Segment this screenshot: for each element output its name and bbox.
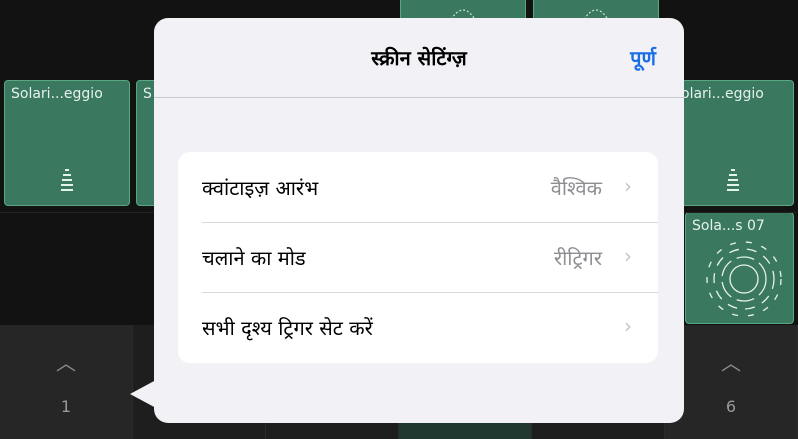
popover-header: स्क्रीन सेटिंग्ज़ पूर्ण (154, 18, 684, 98)
chevron-up-icon: ︿ (721, 351, 741, 375)
column-trigger-6[interactable]: ︿ 6 (665, 325, 798, 439)
play-mode-row[interactable]: चलाने का मोड रीट्रिगर › (178, 222, 658, 292)
grid-cell[interactable]: Solari...eggio (4, 80, 130, 206)
column-number: 6 (725, 397, 737, 416)
screen-settings-popover: स्क्रीन सेटिंग्ज़ पूर्ण क्वांटाइज़ आरंभ … (154, 18, 684, 423)
popover-title: स्क्रीन सेटिंग्ज़ (371, 46, 467, 70)
done-button[interactable]: पूर्ण (630, 44, 656, 71)
column-number: 1 (60, 397, 72, 416)
cell-label: S (143, 86, 152, 102)
row-label: चलाने का मोड (202, 246, 306, 270)
column-trigger-1[interactable]: ︿ 1 (0, 325, 133, 439)
quantize-start-row[interactable]: क्वांटाइज़ आरंभ वैश्विक › (178, 152, 658, 222)
settings-list: क्वांटाइज़ आरंभ वैश्विक › चलाने का मोड र… (178, 152, 658, 363)
spring-wave-icon (727, 169, 739, 191)
row-label: सभी दृश्य ट्रिगर सेट करें (202, 316, 373, 340)
cell-label: Sola...s 07 (692, 218, 765, 234)
chevron-right-icon: › (624, 174, 632, 198)
chevron-right-icon: › (624, 244, 632, 268)
row-value: वैश्विक (550, 176, 602, 200)
spring-wave-icon (61, 169, 73, 191)
popover-arrow (130, 380, 156, 408)
set-all-scene-triggers-row[interactable]: सभी दृश्य ट्रिगर सेट करें › (178, 292, 658, 362)
row-value: रीट्रिगर (553, 246, 602, 270)
chevron-right-icon: › (624, 314, 632, 338)
grid-cell[interactable]: olari...eggio (668, 80, 794, 206)
row-label: क्वांटाइज़ आरंभ (202, 176, 319, 200)
cell-label: olari...eggio (681, 86, 764, 102)
grid-cell[interactable]: Sola...s 07 (685, 212, 794, 324)
cell-label: Solari...eggio (11, 86, 103, 102)
chevron-up-icon: ︿ (56, 351, 76, 375)
circular-wave-icon (706, 241, 782, 317)
